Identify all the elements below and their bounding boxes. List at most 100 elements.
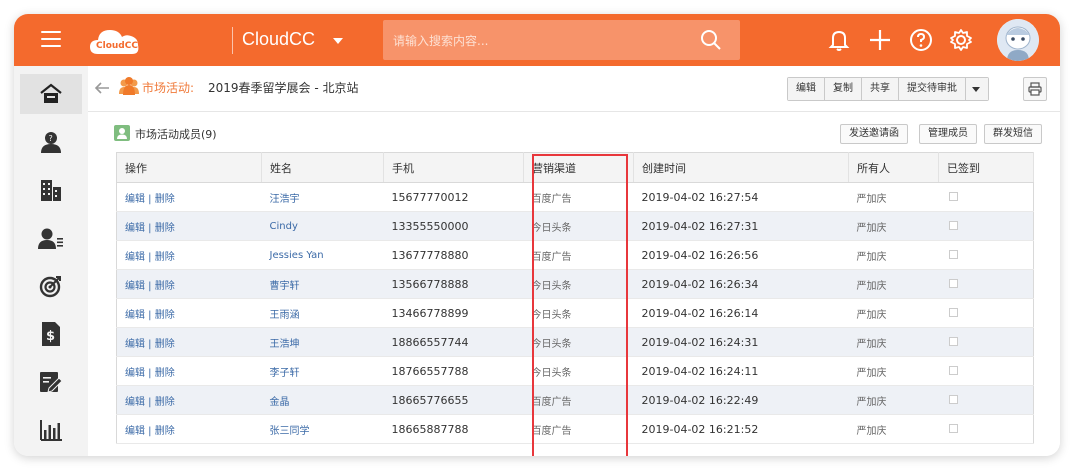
table-row[interactable]: 编辑 | 删除 曹宇轩 13566778888 今日头条 2019-04-02 16:2… [116, 269, 1034, 299]
bell-icon[interactable] [826, 27, 852, 53]
sidebar-item-contacts[interactable] [20, 218, 82, 258]
printer-icon [1028, 82, 1042, 96]
member-channel: 今日头条 [523, 298, 634, 328]
member-name-link[interactable]: Cindy [261, 211, 384, 241]
row-actions[interactable]: 编辑 | 删除 [116, 269, 262, 299]
table-row[interactable]: 编辑 | 删除 王浩坤 18866557744 今日头条 2019-04-02 16:2… [116, 327, 1034, 357]
member-name-link[interactable]: 王雨涵 [261, 298, 384, 328]
table-row[interactable]: 编辑 | 删除 李子轩 18766557788 今日头条 2019-04-02 16:2… [116, 356, 1034, 386]
checked-in-cell [938, 269, 1034, 299]
back-arrow-icon[interactable] [94, 80, 110, 96]
copy-button[interactable]: 复制 [825, 78, 862, 100]
members-section-header: 市场活动成员(9) 发送邀请函 管理成员 群发短信 [114, 122, 1042, 150]
member-owner: 严加庆 [848, 211, 939, 241]
sidebar-item-opportunities[interactable]: $ [20, 314, 82, 354]
column-header-channel[interactable]: 营销渠道 [523, 152, 634, 183]
row-actions[interactable]: 编辑 | 删除 [116, 182, 262, 212]
breadcrumb-object-label[interactable]: 市场活动: [142, 79, 194, 96]
member-name-link[interactable]: 李子轩 [261, 356, 384, 386]
checked-in-checkbox [948, 191, 958, 201]
member-created-time: 2019-04-02 16:27:31 [633, 211, 849, 241]
bulk-sms-button[interactable]: 群发短信 [984, 124, 1042, 144]
table-header-row: 操作 姓名 手机 营销渠道 创建时间 所有人 已签到 [116, 152, 1034, 183]
cloudcc-logo[interactable]: CloudCC [88, 24, 142, 58]
add-icon[interactable] [867, 27, 893, 53]
row-actions[interactable]: 编辑 | 删除 [116, 356, 262, 386]
help-icon[interactable] [908, 27, 934, 53]
record-action-group: 编辑 复制 共享 提交待审批 [787, 77, 989, 101]
menu-icon[interactable] [41, 31, 61, 47]
sidebar-item-home[interactable] [20, 74, 82, 114]
member-phone: 18866557744 [383, 327, 524, 357]
manage-members-button[interactable]: 管理成员 [919, 124, 977, 144]
top-navigation-bar: CloudCC CloudCC 请输入搜索内容... [14, 14, 1060, 66]
search-placeholder: 请输入搜索内容... [393, 34, 489, 48]
sidebar-item-leads[interactable]: ? [20, 122, 82, 162]
sidebar-item-contracts[interactable] [20, 362, 82, 402]
member-channel: 今日头条 [523, 327, 634, 357]
table-row[interactable]: 编辑 | 删除 Jessies Yan 13677778880 百度广告 2019-04… [116, 240, 1034, 270]
member-owner: 严加庆 [848, 327, 939, 357]
member-name-link[interactable]: 王浩坤 [261, 327, 384, 357]
app-window: CloudCC CloudCC 请输入搜索内容... ? $ 市场活动: 201… [14, 14, 1060, 456]
column-header-phone[interactable]: 手机 [383, 152, 524, 183]
header-divider [232, 27, 233, 54]
sidebar-item-accounts[interactable] [20, 170, 82, 210]
member-created-time: 2019-04-02 16:24:11 [633, 356, 849, 386]
sidebar-item-reports[interactable] [20, 410, 82, 450]
member-phone: 18665776655 [383, 385, 524, 415]
member-icon [114, 125, 130, 141]
row-actions[interactable]: 编辑 | 删除 [116, 211, 262, 241]
table-row[interactable]: 编辑 | 删除 王雨涵 13466778899 今日头条 2019-04-02 16:2… [116, 298, 1034, 328]
app-switcher-label[interactable]: CloudCC [242, 29, 315, 50]
submit-approval-button[interactable]: 提交待审批 [899, 78, 966, 100]
member-name-link[interactable]: 曹宇轩 [261, 269, 384, 299]
row-actions[interactable]: 编辑 | 删除 [116, 298, 262, 328]
row-actions[interactable]: 编辑 | 删除 [116, 385, 262, 415]
checked-in-cell [938, 240, 1034, 270]
member-name-link[interactable]: 金晶 [261, 385, 384, 415]
member-created-time: 2019-04-02 16:22:49 [633, 385, 849, 415]
more-actions-dropdown[interactable] [966, 78, 988, 100]
column-header-actions: 操作 [116, 152, 262, 183]
edit-button[interactable]: 编辑 [788, 78, 825, 100]
print-button[interactable] [1023, 77, 1047, 101]
column-header-created[interactable]: 创建时间 [633, 152, 849, 183]
members-section-title: 市场活动成员(9) [135, 128, 217, 141]
chevron-down-icon[interactable] [333, 38, 343, 44]
member-channel: 百度广告 [523, 385, 634, 415]
member-phone: 18766557788 [383, 356, 524, 386]
share-button[interactable]: 共享 [862, 78, 899, 100]
logo-text: CloudCC [96, 41, 138, 51]
building-icon [41, 180, 61, 201]
member-name-link[interactable]: 张三同学 [261, 414, 384, 444]
column-header-name[interactable]: 姓名 [261, 152, 384, 183]
checked-in-cell [938, 385, 1034, 415]
member-name-link[interactable]: Jessies Yan [261, 240, 384, 270]
member-name-link[interactable]: 汪浩宇 [261, 182, 384, 212]
column-header-checked-in[interactable]: 已签到 [938, 152, 1034, 183]
row-actions[interactable]: 编辑 | 删除 [116, 414, 262, 444]
table-row[interactable]: 编辑 | 删除 金晶 18665776655 百度广告 2019-04-02 16:22… [116, 385, 1034, 415]
user-avatar[interactable] [997, 19, 1039, 61]
table-row[interactable]: 编辑 | 删除 Cindy 13355550000 今日头条 2019-04-02 16… [116, 211, 1034, 241]
search-icon[interactable] [700, 29, 722, 51]
member-phone: 13677778880 [383, 240, 524, 270]
sidebar-item-campaigns[interactable] [20, 266, 82, 306]
row-actions[interactable]: 编辑 | 删除 [116, 327, 262, 357]
member-created-time: 2019-04-02 16:26:34 [633, 269, 849, 299]
row-actions[interactable]: 编辑 | 删除 [116, 240, 262, 270]
member-owner: 严加庆 [848, 298, 939, 328]
send-invite-button[interactable]: 发送邀请函 [840, 124, 908, 144]
member-created-time: 2019-04-02 16:26:14 [633, 298, 849, 328]
column-header-owner[interactable]: 所有人 [848, 152, 939, 183]
sidebar: ? $ [14, 66, 88, 456]
checked-in-cell [938, 182, 1034, 212]
member-channel: 百度广告 [523, 240, 634, 270]
gear-icon[interactable] [948, 27, 974, 53]
table-row[interactable]: 编辑 | 删除 汪浩宇 15677770012 百度广告 2019-04-02 16:2… [116, 182, 1034, 212]
global-search-input[interactable]: 请输入搜索内容... [383, 20, 740, 60]
member-owner: 严加庆 [848, 182, 939, 212]
table-row[interactable]: 编辑 | 删除 张三同学 18665887788 百度广告 2019-04-02 16:… [116, 414, 1034, 444]
member-created-time: 2019-04-02 16:26:56 [633, 240, 849, 270]
